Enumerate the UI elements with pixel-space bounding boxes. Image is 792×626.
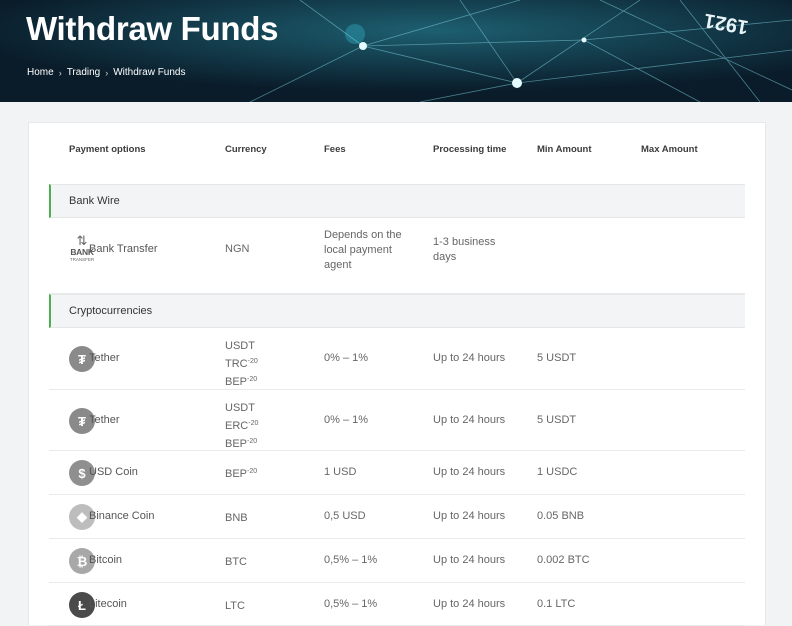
breadcrumb: Home › Trading › Withdraw Funds xyxy=(27,67,185,78)
currency-value: BTC xyxy=(225,556,247,568)
processing-time-value: Up to 24 hours xyxy=(433,414,506,426)
fees-value: Depends on the local payment agent xyxy=(324,229,402,271)
processing-time-value: Up to 24 hours xyxy=(433,598,506,610)
payment-name: USD Coin xyxy=(89,466,138,478)
currency-value: BNB xyxy=(225,512,248,524)
fees-value: 0,5 USD xyxy=(324,510,366,522)
processing-time-value: Up to 24 hours xyxy=(433,554,506,566)
section-bank-wire: Bank Wire xyxy=(49,184,745,218)
fees-value: 0% – 1% xyxy=(324,352,369,364)
table-row: ₮ Tether USDT ERC-20 BEP-20 0% – 1% Up to 24 h… xyxy=(49,390,745,451)
processing-time-value: 1-3 business days xyxy=(433,236,496,263)
min-amount-value: 0.05 BNB xyxy=(537,510,585,522)
header-fees: Fees xyxy=(324,144,346,155)
fees-value: 0,5% – 1% xyxy=(324,554,378,566)
payment-name: Bank Transfer xyxy=(89,243,158,255)
processing-time-value: Up to 24 hours xyxy=(433,466,506,478)
payment-name: Binance Coin xyxy=(89,510,155,522)
table-row: Ł Litecoin LTC 0,5% – 1% Up to 24 hours 0.1 L… xyxy=(49,583,745,626)
header-processing-time: Processing time xyxy=(433,144,507,155)
header-min-amount: Min Amount xyxy=(537,144,592,155)
section-label: Bank Wire xyxy=(69,195,120,207)
currency-value: LTC xyxy=(225,600,245,612)
section-label: Cryptocurrencies xyxy=(69,305,153,317)
table-row: ₿ Bitcoin BTC 0,5% – 1% Up to 24 hours 0.002 … xyxy=(49,539,745,583)
currency-value: BEP-20 xyxy=(225,468,258,480)
payment-name: Bitcoin xyxy=(89,554,123,566)
table-row: ₮ Tether USDT TRC-20 BEP-20 0% – 1% Up to 24 h… xyxy=(49,328,745,390)
table-header: Payment options Currency Fees Processing… xyxy=(29,123,765,175)
min-amount-value: 0.1 LTC xyxy=(537,598,576,610)
page-title: Withdraw Funds xyxy=(26,10,279,47)
breadcrumb-separator-icon: › xyxy=(58,67,62,78)
breadcrumb-separator-icon: › xyxy=(105,67,109,78)
table-row: ◆ Binance Coin BNB 0,5 USD Up to 24 hours 0.0… xyxy=(49,495,745,539)
fees-value: 0% – 1% xyxy=(324,414,369,426)
min-amount-value: 1 USDC xyxy=(537,466,578,478)
breadcrumb-home[interactable]: Home xyxy=(27,67,54,78)
header-max-amount: Max Amount xyxy=(641,144,698,155)
min-amount-value: 5 USDT xyxy=(537,414,577,426)
payment-options-table: Payment options Currency Fees Processing… xyxy=(28,122,766,626)
breadcrumb-trading[interactable]: Trading xyxy=(67,67,101,78)
fees-value: 0,5% – 1% xyxy=(324,598,378,610)
section-cryptocurrencies: Cryptocurrencies xyxy=(49,294,745,328)
min-amount-value: 5 USDT xyxy=(537,352,577,364)
currency-value: NGN xyxy=(225,243,250,255)
table-row-bank-transfer: ⇅ BANK TRANSFER Bank Transfer NGN Depend… xyxy=(49,218,745,294)
payment-name: Litecoin xyxy=(89,598,127,610)
bank-icon-subtext: TRANSFER xyxy=(69,257,95,262)
table-row: $ USD Coin BEP-20 1 USD Up to 24 hours 1 USDC xyxy=(49,451,745,495)
page-hero: 1921 Withdraw Funds Home › Trading › Wit… xyxy=(0,0,792,102)
header-payment-options: Payment options xyxy=(69,144,146,155)
currency-value: USDT ERC-20 BEP-20 xyxy=(225,402,259,450)
min-amount-value: 0.002 BTC xyxy=(537,554,590,566)
header-currency: Currency xyxy=(225,144,267,155)
processing-time-value: Up to 24 hours xyxy=(433,352,506,364)
payment-name: Tether xyxy=(89,414,120,426)
processing-time-value: Up to 24 hours xyxy=(433,510,506,522)
breadcrumb-current: Withdraw Funds xyxy=(113,67,186,78)
fees-value: 1 USD xyxy=(324,466,357,478)
payment-name: Tether xyxy=(89,352,120,364)
currency-value: USDT TRC-20 BEP-20 xyxy=(225,340,258,388)
